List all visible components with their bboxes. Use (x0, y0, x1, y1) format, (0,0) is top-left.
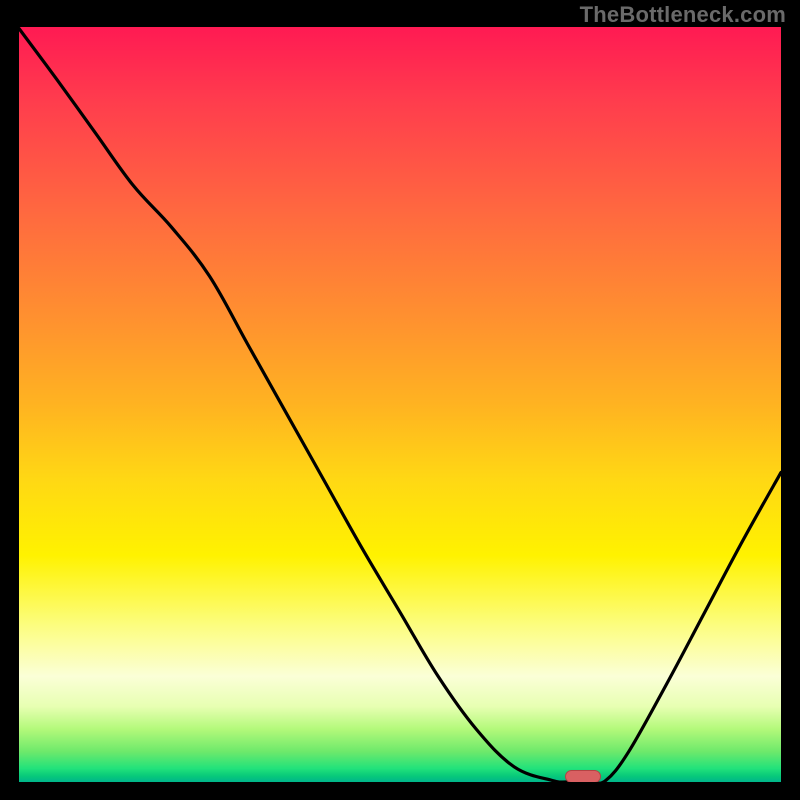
chart-container: TheBottleneck.com (0, 0, 800, 800)
optimal-marker (565, 770, 601, 782)
curve-path (19, 29, 781, 782)
chart-curve (19, 27, 781, 782)
watermark-text: TheBottleneck.com (580, 2, 786, 28)
plot-area (19, 27, 781, 782)
